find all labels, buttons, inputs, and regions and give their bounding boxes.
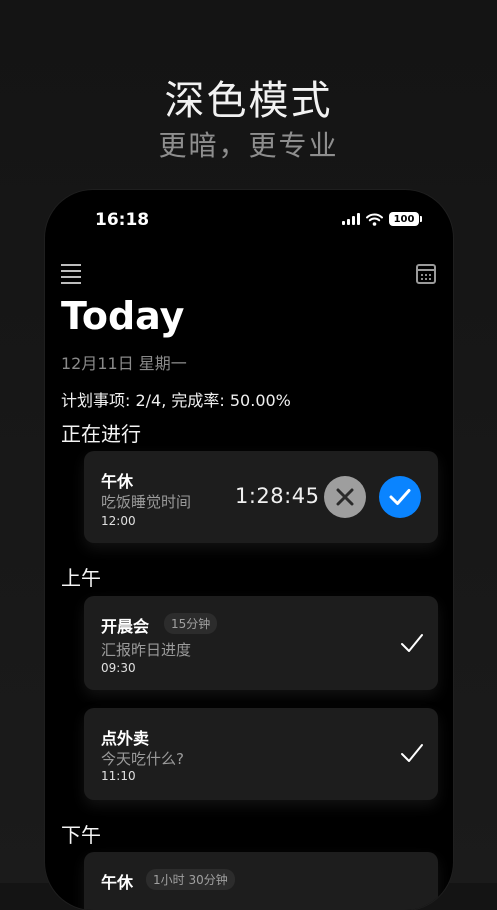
task-title: 午休 — [101, 873, 134, 892]
status-icons: 100 — [342, 212, 422, 226]
section-in-progress: 正在进行 — [61, 422, 141, 446]
signal-icon — [342, 213, 360, 225]
wifi-icon — [366, 213, 383, 226]
menu-icon[interactable] — [61, 264, 81, 284]
task-time: 09:30 — [101, 661, 136, 675]
task-description: 今天吃什么? — [101, 750, 184, 768]
task-card-takeout[interactable]: 点外卖 今天吃什么? 11:10 — [84, 708, 438, 800]
done-check-icon[interactable] — [400, 741, 424, 765]
task-card-afternoon-rest[interactable]: 午休 1小时 30分钟 — [84, 852, 438, 910]
duration-badge: 1小时 30分钟 — [146, 869, 235, 890]
checkmark-icon — [389, 489, 411, 505]
task-title: 午休 — [101, 472, 134, 491]
task-description: 吃饭睡觉时间 — [101, 493, 192, 511]
task-description: 汇报昨日进度 — [101, 641, 192, 659]
close-icon — [336, 488, 354, 506]
page-title: Today — [61, 294, 185, 338]
duration-badge: 15分钟 — [164, 613, 218, 634]
section-morning: 上午 — [61, 566, 101, 590]
promo-subtitle: 更暗，更专业 — [158, 129, 339, 162]
task-card-morning-meeting[interactable]: 开晨会 15分钟 汇报昨日进度 09:30 — [84, 596, 438, 690]
task-title: 开晨会 — [101, 617, 150, 636]
date-label: 12月11日 星期一 — [61, 354, 187, 373]
phone-screen: 16:18 100 Today 12月11日 星期一 计划事项: 2/4, 完成… — [45, 190, 453, 910]
completion-stats: 计划事项: 2/4, 完成率: 50.00% — [61, 391, 291, 410]
task-title: 点外卖 — [101, 729, 150, 748]
done-check-icon[interactable] — [400, 631, 424, 655]
cancel-button[interactable] — [324, 476, 366, 518]
section-afternoon: 下午 — [61, 823, 101, 847]
task-time: 11:10 — [101, 769, 136, 783]
status-time: 16:18 — [95, 210, 150, 230]
task-time: 12:00 — [101, 514, 136, 528]
battery-icon: 100 — [389, 212, 422, 226]
current-task-card[interactable]: 午休 吃饭睡觉时间 12:00 1:28:45 — [84, 451, 438, 543]
complete-button[interactable] — [379, 476, 421, 518]
task-timer: 1:28:45 — [235, 484, 320, 508]
calendar-icon[interactable] — [416, 264, 436, 284]
promo-title: 深色模式 — [164, 78, 333, 124]
